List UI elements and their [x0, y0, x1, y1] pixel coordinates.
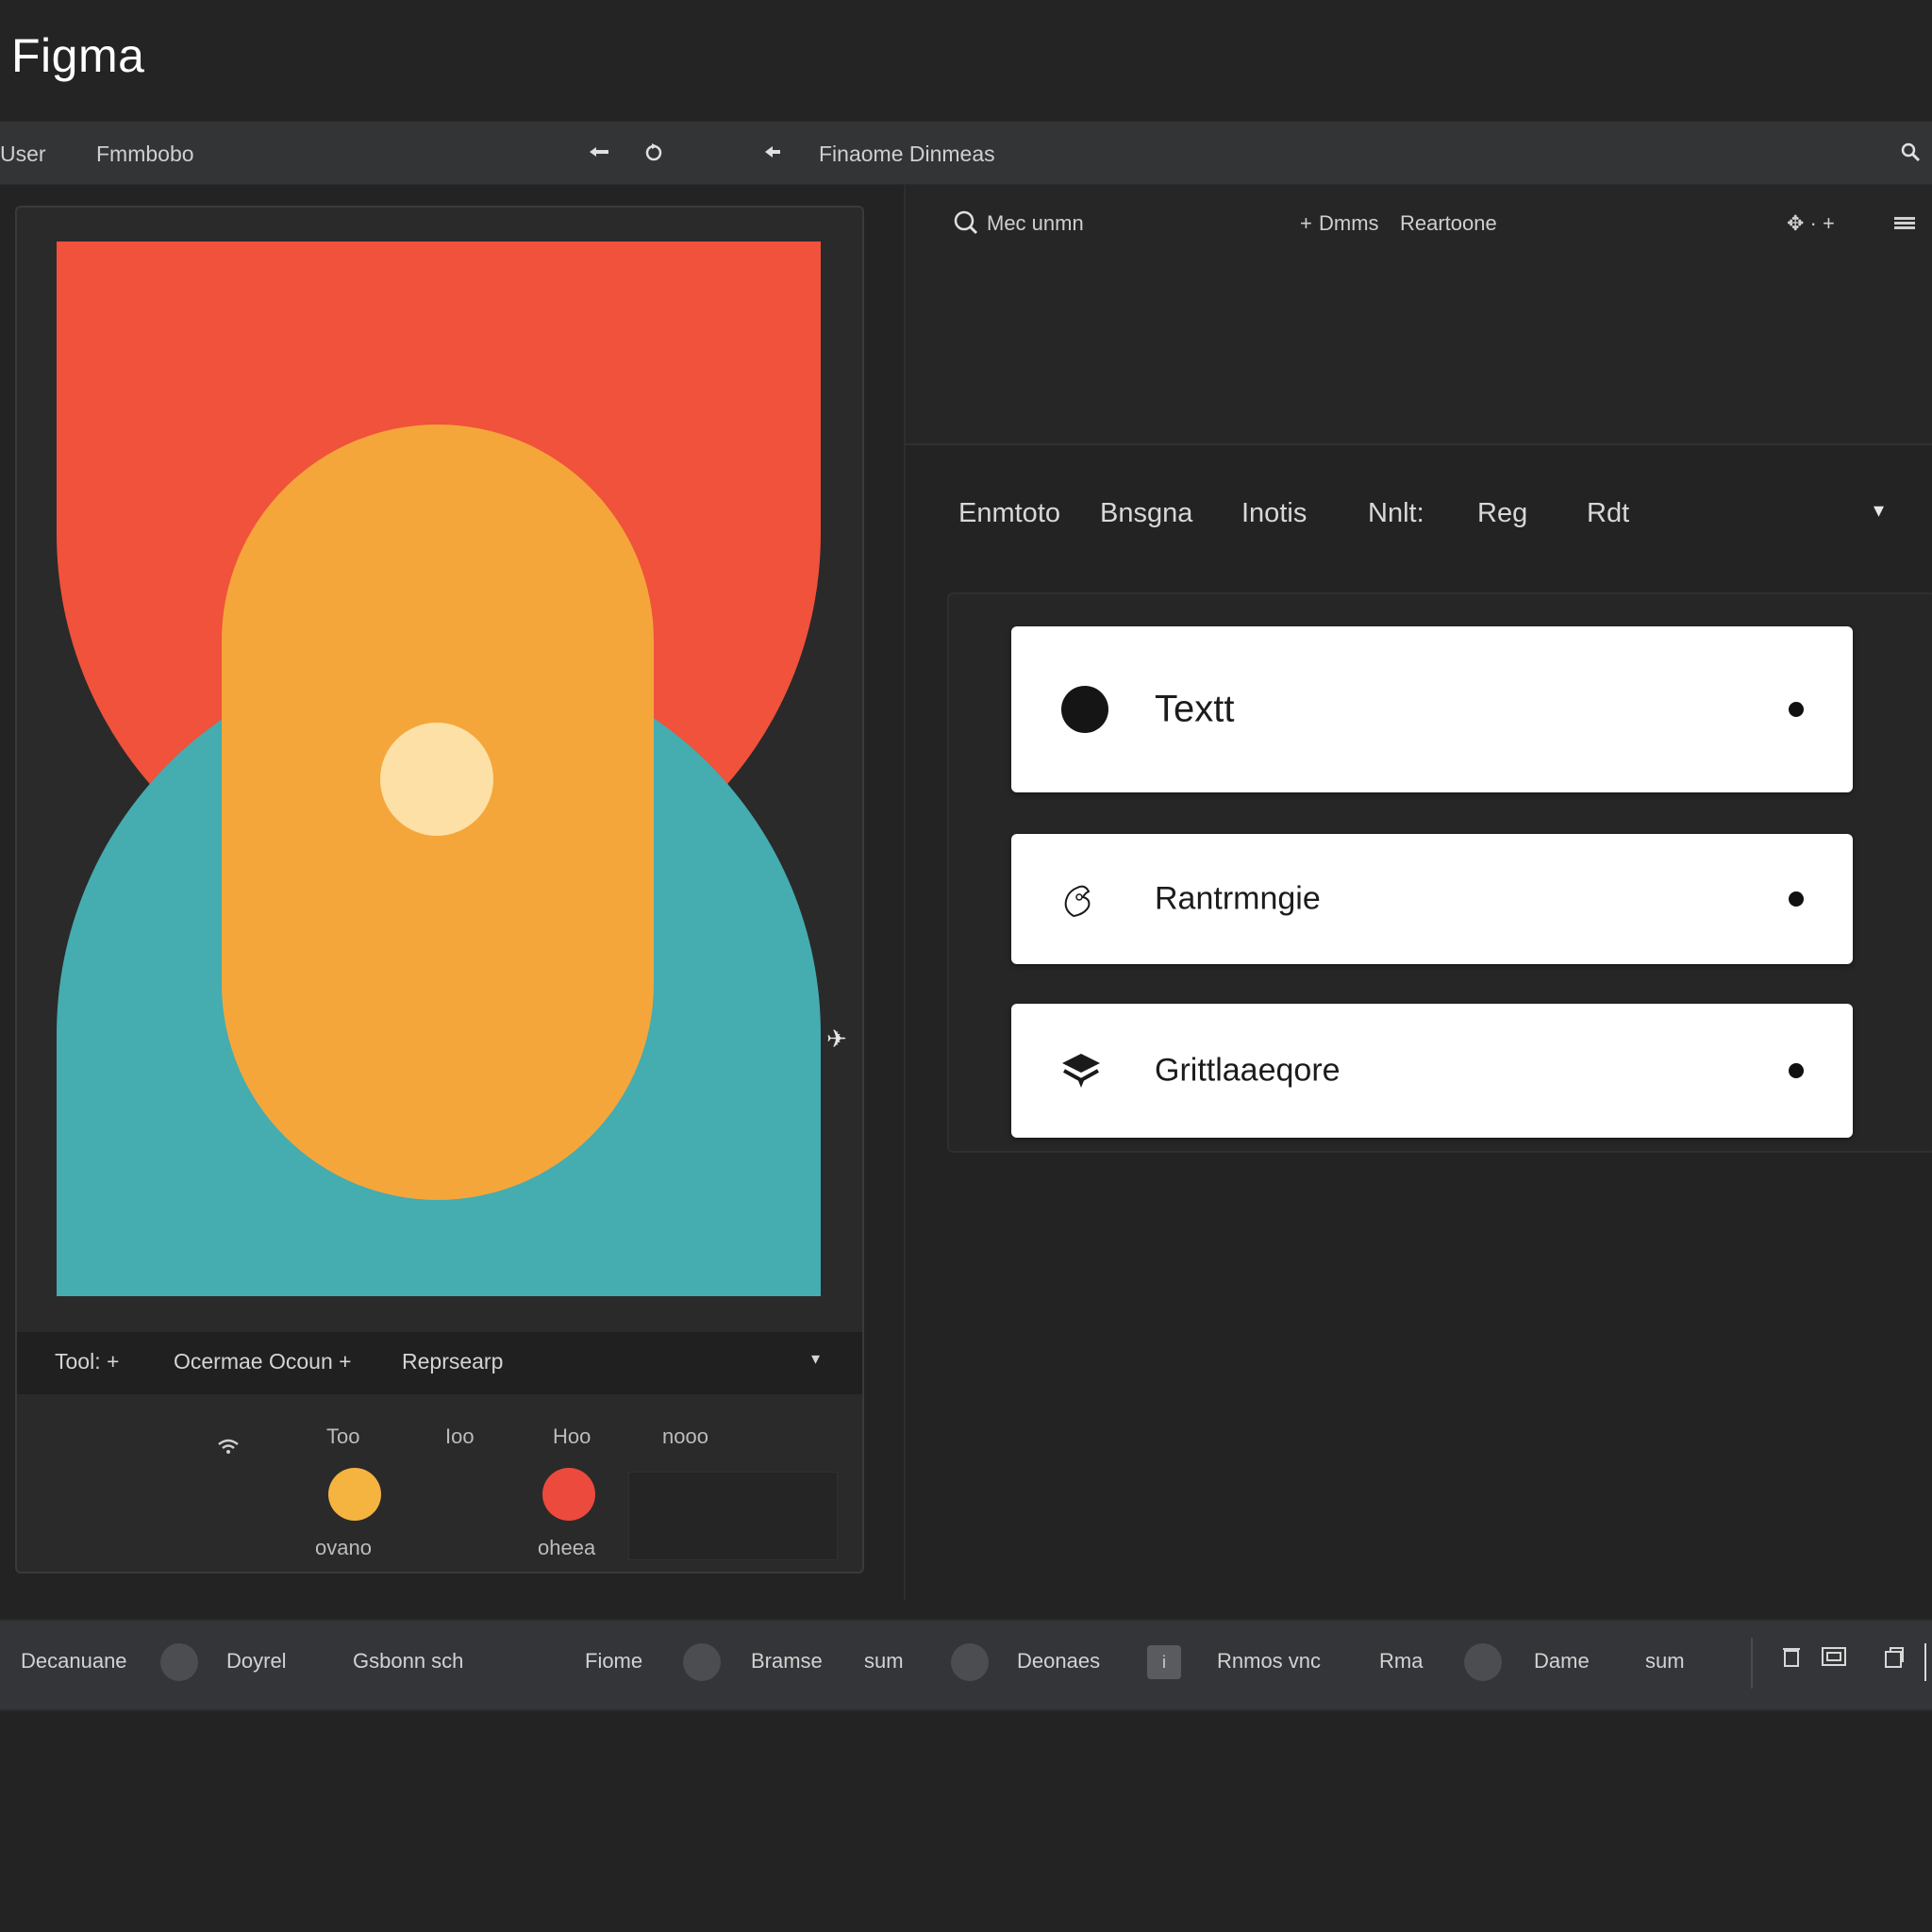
status-edge — [1924, 1643, 1926, 1681]
light-dot-shape — [380, 723, 493, 836]
wifi-icon — [217, 1438, 240, 1460]
swatch-header: Too — [326, 1424, 360, 1448]
header-label[interactable]: Dmms — [1319, 211, 1379, 236]
swatch-label: oheea — [538, 1536, 596, 1559]
toolbar-menu-item[interactable]: Fmmbobo — [96, 142, 194, 167]
tab-item[interactable]: Rdt — [1587, 498, 1629, 529]
swatch-header: Hoo — [553, 1424, 591, 1448]
canvas-toolbar-tool[interactable]: Tool: + — [55, 1349, 119, 1374]
tab-item[interactable]: Reg — [1477, 498, 1527, 529]
pointer-icon[interactable] — [758, 138, 787, 166]
status-item[interactable]: Fiome — [585, 1649, 642, 1674]
rotate-icon[interactable] — [640, 138, 668, 166]
swatch-header: Ioo — [445, 1424, 475, 1448]
more-dot-icon[interactable] — [1789, 702, 1804, 717]
status-item[interactable]: Gsbonn sch — [353, 1649, 463, 1674]
trash-icon[interactable] — [1781, 1645, 1802, 1674]
document-title: Finaome Dinmeas — [819, 142, 995, 166]
status-item[interactable]: Decanuane — [21, 1649, 127, 1674]
title-bar — [0, 0, 1932, 121]
plus-icon[interactable]: + — [1300, 211, 1312, 236]
tab-item[interactable]: Enmtoto — [958, 498, 1060, 529]
avatar[interactable] — [160, 1643, 198, 1681]
status-item[interactable]: Bramse — [751, 1649, 823, 1674]
status-item[interactable]: Rnmos vnc — [1217, 1649, 1321, 1674]
list-item-layers[interactable]: Grittlaaeqore — [1011, 1004, 1853, 1138]
list-item-label: Grittlaaeqore — [1155, 1052, 1341, 1089]
avatar[interactable] — [683, 1643, 721, 1681]
avatar[interactable] — [951, 1643, 989, 1681]
list-item-rectangle[interactable]: Rantrmngie — [1011, 834, 1853, 964]
swatch-yellow[interactable] — [328, 1468, 381, 1521]
status-item[interactable]: Doyrel — [226, 1649, 287, 1674]
menu-icon[interactable] — [1894, 215, 1915, 235]
list-item-label: Textt — [1155, 688, 1235, 730]
hand-icon — [1060, 878, 1098, 920]
info-icon[interactable]: i — [1147, 1645, 1181, 1679]
layers-icon — [1060, 1052, 1102, 1090]
search-icon[interactable] — [1896, 138, 1924, 166]
status-separator — [1751, 1638, 1753, 1689]
status-item[interactable]: sum — [1645, 1649, 1685, 1674]
copy-icon[interactable] — [1883, 1645, 1906, 1676]
status-item[interactable]: Deonaes — [1017, 1649, 1100, 1674]
header-label[interactable]: Reartoone — [1400, 211, 1497, 236]
app-title: Figma — [11, 29, 145, 82]
canvas-toolbar-item[interactable]: Reprsearp — [402, 1349, 503, 1374]
canvas-toolbar-item[interactable]: Ocermae Ocoun + — [174, 1349, 352, 1374]
list-item-text[interactable]: Textt — [1011, 626, 1853, 792]
circle-icon — [1060, 685, 1109, 734]
list-item-label: Rantrmngie — [1155, 880, 1321, 917]
tab-item[interactable]: Inotis — [1241, 498, 1307, 529]
back-arrow-icon[interactable] — [585, 138, 613, 166]
status-item[interactable]: sum — [864, 1649, 904, 1674]
frame-icon[interactable] — [1821, 1645, 1847, 1674]
search-field-label[interactable]: Mec unmn — [987, 211, 1084, 236]
more-dot-icon[interactable] — [1789, 1063, 1804, 1078]
swatch-slot[interactable] — [628, 1472, 838, 1560]
tab-item[interactable]: Bnsgna — [1100, 498, 1192, 529]
toolbar-menu-user[interactable]: User — [0, 142, 46, 167]
avatar[interactable] — [1464, 1643, 1502, 1681]
swatch-header: nooo — [662, 1424, 708, 1448]
cursor-icon[interactable]: ✥ · + — [1787, 211, 1835, 236]
swatch-red[interactable] — [542, 1468, 595, 1521]
chevron-down-icon[interactable]: ▾ — [811, 1349, 820, 1369]
status-item[interactable]: Rma — [1379, 1649, 1423, 1674]
tab-item[interactable]: Nnlt: — [1368, 498, 1424, 529]
status-item[interactable]: Dame — [1534, 1649, 1590, 1674]
more-dot-icon[interactable] — [1789, 891, 1804, 907]
search-icon[interactable] — [953, 209, 979, 241]
expand-arrow-icon[interactable]: ✈ — [826, 1024, 847, 1054]
design-canvas[interactable] — [57, 242, 821, 1296]
chevron-down-icon[interactable]: ▾ — [1874, 498, 1884, 523]
swatch-label: ovano — [315, 1536, 372, 1559]
